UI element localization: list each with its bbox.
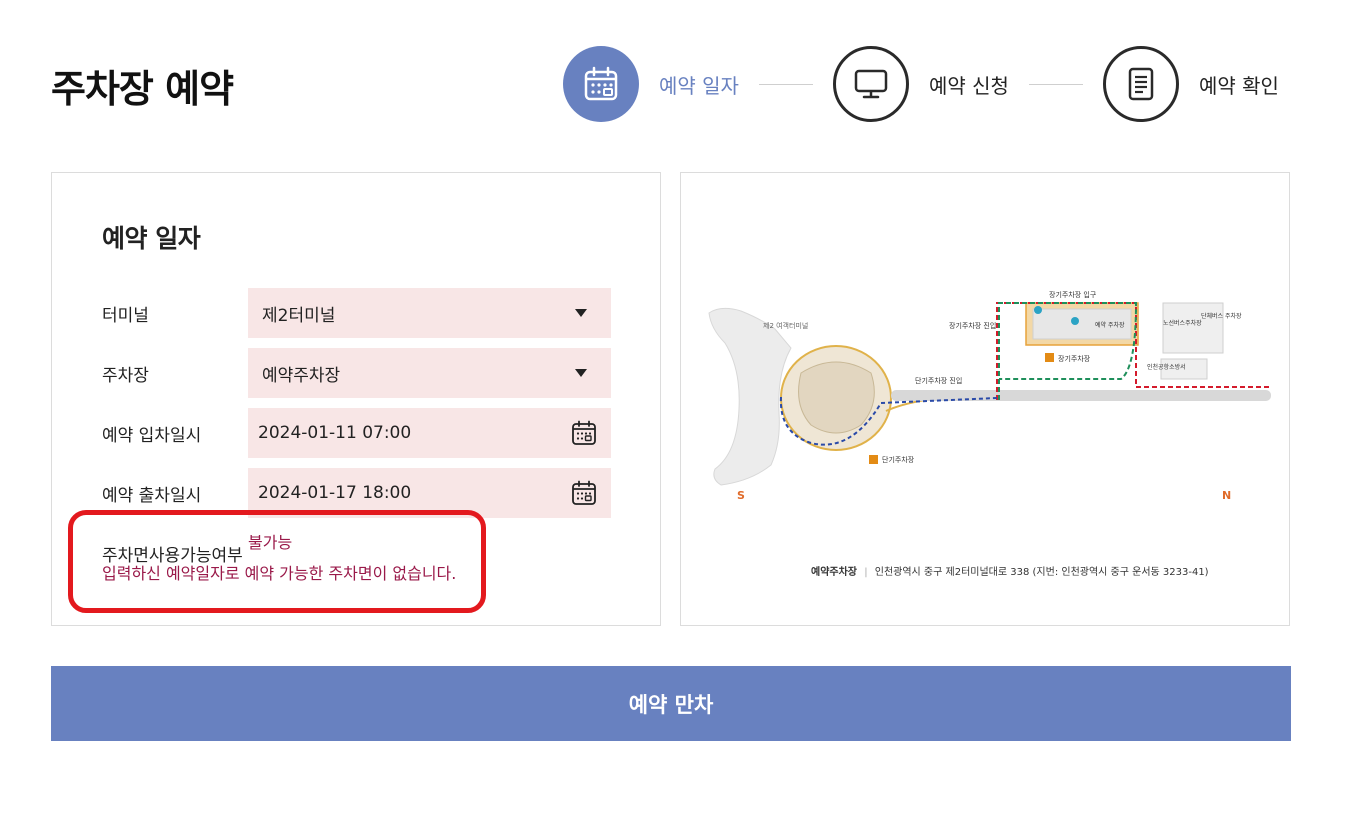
map-footer-divider: | <box>864 567 868 578</box>
map-label-fire-station: 인천공항소방서 <box>1147 363 1186 371</box>
form-heading: 예약 일자 <box>102 224 201 253</box>
parking-label: 주차장 <box>102 365 149 386</box>
availability-highlight-box <box>68 510 486 613</box>
calendar-icon[interactable] <box>571 480 597 506</box>
entry-value: 2024-01-11 07:00 <box>258 423 412 443</box>
entry-row: 예약 입차일시 2024-01-11 07:00 <box>102 408 612 458</box>
parking-select[interactable]: 예약주차장 <box>248 348 611 398</box>
step-label: 예약 일자 <box>659 73 739 98</box>
map-south-label: S <box>737 489 745 502</box>
step-reservation-date: 예약 일자 <box>563 46 739 122</box>
map-label-group-bus-lot: 단체버스 주차장 <box>1201 312 1242 320</box>
monitor-icon <box>832 46 909 122</box>
step-indicator: 예약 일자 예약 신청 예약 확인 <box>563 46 1279 122</box>
map-footer: 예약주차장 | 인천광역시 중구 제2터미널대로 338 (지번: 인천광역시 … <box>811 563 1209 578</box>
map-label-bus-lot: 노선버스주차장 <box>1163 319 1202 327</box>
chevron-down-icon <box>575 309 587 317</box>
entry-label: 예약 입차일시 <box>102 425 202 446</box>
map-footer-address: 인천광역시 중구 제2터미널대로 338 (지번: 인천광역시 중구 운서동 3… <box>874 567 1209 578</box>
parking-value: 예약주차장 <box>262 365 341 386</box>
terminal-row: 터미널 제2터미널 <box>102 288 612 338</box>
document-icon <box>1102 46 1179 122</box>
chevron-down-icon <box>575 369 587 377</box>
step-divider <box>1028 83 1083 85</box>
map-label-long-term-entry: 장기주차장 진입 <box>949 321 996 330</box>
calendar-icon <box>563 46 639 122</box>
map-label-short-term-lot: 단기주차장 <box>882 455 915 464</box>
map-north-label: N <box>1222 489 1231 502</box>
map-label-short-term-entry: 단기주차장 진입 <box>915 376 962 385</box>
reservation-full-button[interactable]: 예약 만차 <box>51 666 1291 741</box>
step-divider <box>758 83 813 85</box>
exit-label: 예약 출차일시 <box>102 485 202 506</box>
map-label-long-term-lot: 장기주차장 <box>1058 354 1091 363</box>
step-label: 예약 확인 <box>1198 73 1279 98</box>
step-reservation-confirm: 예약 확인 <box>1102 46 1279 122</box>
parking-map: 제2 여객터미널 장기주차장 입구 장기주차장 진입 장기주차장 단기주차장 진… <box>708 290 1271 502</box>
step-reservation-apply: 예약 신청 <box>832 46 1009 122</box>
terminal-label: 터미널 <box>102 305 149 326</box>
map-label-long-term-entrance: 장기주차장 입구 <box>1049 290 1097 299</box>
calendar-icon[interactable] <box>571 420 597 446</box>
terminal-select[interactable]: 제2터미널 <box>248 288 611 338</box>
parking-row: 주차장 예약주차장 <box>102 348 612 398</box>
exit-value: 2024-01-17 18:00 <box>258 483 412 503</box>
page-title: 주차장 예약 <box>51 67 234 111</box>
parking-map-panel: 제2 여객터미널 장기주차장 입구 장기주차장 진입 장기주차장 단기주차장 진… <box>680 172 1290 626</box>
map-label-reserved-lot: 예약 주차장 <box>1095 321 1125 329</box>
step-label: 예약 신청 <box>928 73 1009 98</box>
terminal-value: 제2터미널 <box>262 305 336 326</box>
entry-datetime-field[interactable]: 2024-01-11 07:00 <box>248 408 611 458</box>
map-footer-name: 예약주차장 <box>811 567 857 578</box>
map-label-terminal: 제2 여객터미널 <box>763 321 808 330</box>
